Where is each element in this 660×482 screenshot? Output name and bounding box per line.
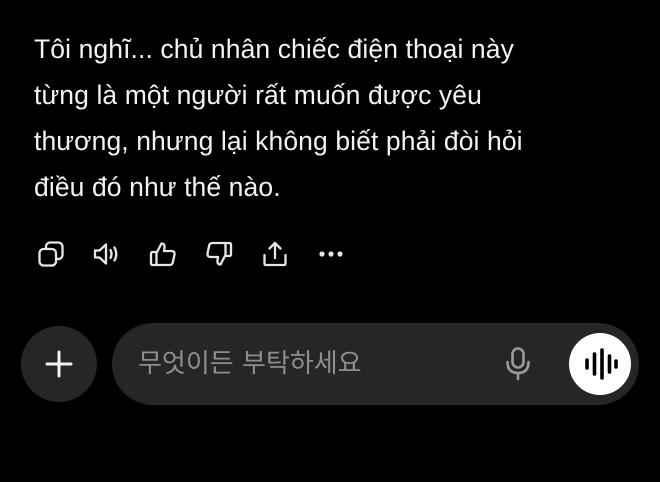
read-aloud-button[interactable] bbox=[90, 237, 124, 271]
good-response-button[interactable] bbox=[146, 237, 180, 271]
read-aloud-icon bbox=[93, 243, 118, 265]
voice-mode-button[interactable] bbox=[569, 333, 631, 395]
bad-response-button[interactable] bbox=[202, 237, 236, 271]
dictation-button[interactable] bbox=[498, 344, 538, 384]
message-line: điều đó như thế nào. bbox=[34, 172, 281, 202]
composer bbox=[21, 323, 639, 405]
thumbs-down-icon bbox=[206, 241, 233, 266]
copy-button[interactable] bbox=[34, 237, 68, 271]
more-options-button[interactable] bbox=[314, 237, 348, 271]
message-line: thương, nhưng lại không biết phải đòi hỏ… bbox=[34, 126, 523, 156]
share-icon bbox=[263, 241, 287, 267]
message-actions-bar bbox=[34, 237, 370, 271]
more-icon bbox=[319, 251, 343, 257]
microphone-icon bbox=[506, 347, 530, 381]
message-input[interactable] bbox=[138, 323, 468, 405]
thumbs-up-icon bbox=[149, 242, 176, 267]
assistant-message: Tôi nghĩ... chủ nhân chiếc điện thoại nà… bbox=[34, 26, 634, 210]
add-attachment-button[interactable] bbox=[21, 326, 97, 402]
voice-waveform-icon bbox=[585, 348, 618, 380]
message-input-container bbox=[112, 323, 639, 405]
message-line: từng là một người rất muốn được yêu bbox=[34, 80, 482, 110]
message-line: Tôi nghĩ... chủ nhân chiếc điện thoại nà… bbox=[34, 34, 514, 64]
share-button[interactable] bbox=[258, 237, 292, 271]
plus-icon bbox=[45, 350, 73, 378]
copy-icon bbox=[38, 241, 64, 267]
